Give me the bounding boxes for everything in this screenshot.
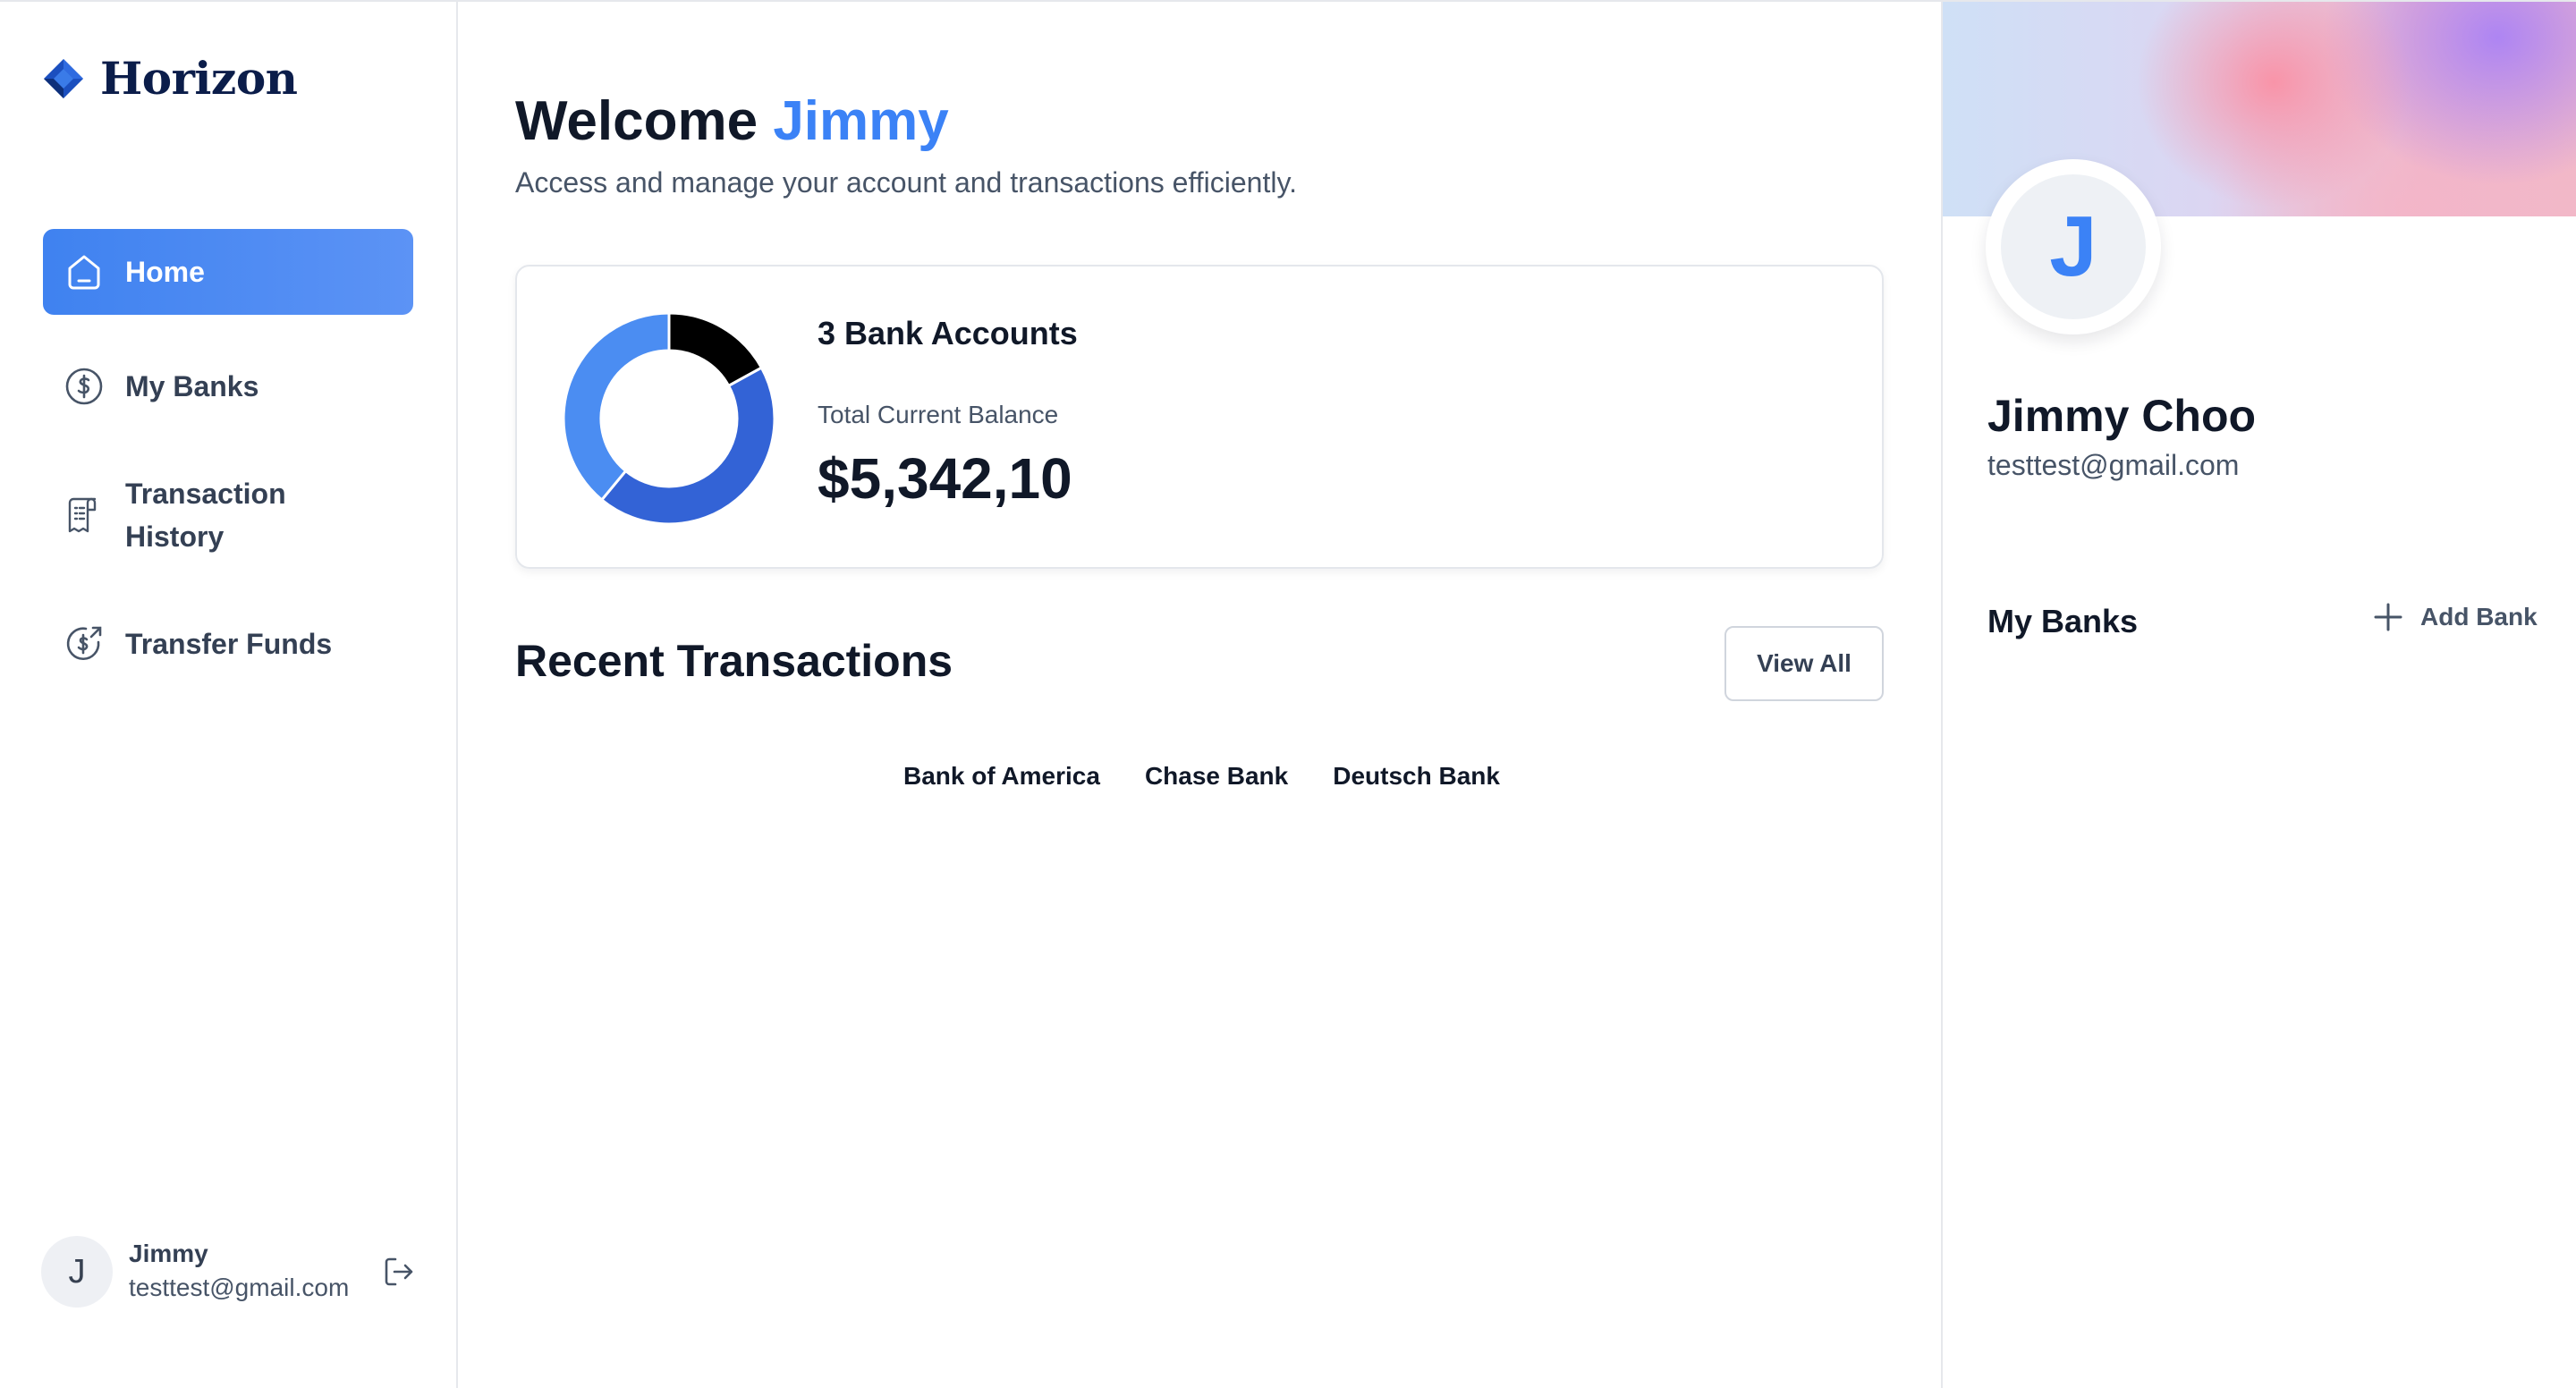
profile-avatar[interactable]: J bbox=[2001, 174, 2146, 319]
logout-icon[interactable] bbox=[381, 1254, 417, 1290]
sidebar-user-name: Jimmy bbox=[129, 1240, 208, 1267]
page-title: Welcome Jimmy bbox=[515, 89, 949, 153]
total-balance-amount: $5,342,10 bbox=[818, 446, 1072, 511]
tab-bank-of-america[interactable]: Bank of America bbox=[903, 762, 1100, 791]
greeting-user-name: Jimmy bbox=[773, 90, 949, 152]
profile-email: testtest@gmail.com bbox=[1987, 449, 2240, 481]
sidebar-item-home[interactable]: Home bbox=[43, 229, 413, 315]
sidebar-item-label: Transaction History bbox=[125, 472, 286, 558]
sidebar-item-label-line1: Transaction bbox=[125, 478, 286, 510]
receipt-icon bbox=[68, 497, 97, 533]
recent-transactions-title: Recent Transactions bbox=[515, 636, 953, 686]
donut-slice-2 bbox=[599, 366, 776, 526]
sidebar-item-label: Transfer Funds bbox=[125, 628, 333, 660]
plus-icon bbox=[2374, 603, 2402, 631]
add-bank-label: Add Bank bbox=[2420, 603, 2538, 631]
brand-logo[interactable]: Horizon bbox=[41, 52, 298, 105]
dollar-circle-icon bbox=[65, 368, 103, 405]
sidebar-nav: Home My Banks Transaction History Transf… bbox=[43, 229, 413, 715]
sidebar-user-footer: J Jimmy testtest@gmail.com bbox=[41, 1236, 417, 1308]
sidebar-item-transaction-history[interactable]: Transaction History bbox=[43, 458, 413, 572]
greeting-text: Welcome bbox=[515, 90, 758, 152]
sidebar-user-info: Jimmy testtest@gmail.com bbox=[129, 1238, 381, 1306]
sidebar-item-my-banks[interactable]: My Banks bbox=[43, 343, 413, 429]
avatar[interactable]: J bbox=[41, 1236, 113, 1308]
sidebar-item-label-line2: History bbox=[125, 520, 225, 553]
view-all-button[interactable]: View All bbox=[1724, 626, 1884, 701]
horizon-logo-icon bbox=[44, 58, 83, 98]
brand-name: Horizon bbox=[100, 52, 298, 105]
bank-accounts-count: 3 Bank Accounts bbox=[818, 315, 1078, 351]
profile-sidebar: J Jimmy Choo testtest@gmail.com My Banks… bbox=[1941, 2, 2576, 1388]
profile-avatar-ring: J bbox=[1986, 159, 2161, 334]
sidebar-item-label: Home bbox=[125, 256, 205, 288]
money-send-icon bbox=[66, 626, 102, 660]
sidebar-item-label: My Banks bbox=[125, 370, 259, 402]
my-banks-title: My Banks bbox=[1987, 603, 2139, 639]
donut-slice-3 bbox=[562, 311, 671, 503]
sidebar-item-transfer-funds[interactable]: Transfer Funds bbox=[43, 601, 413, 687]
balance-donut-chart bbox=[562, 311, 776, 526]
home-icon bbox=[68, 255, 100, 290]
sidebar-user-email: testtest@gmail.com bbox=[129, 1274, 350, 1301]
app-window: Horizon Home My Banks Transaction Histor… bbox=[0, 0, 2576, 1388]
sidebar: Horizon Home My Banks Transaction Histor… bbox=[0, 2, 458, 1388]
profile-name: Jimmy Choo bbox=[1987, 391, 2257, 441]
tab-chase-bank[interactable]: Chase Bank bbox=[1145, 762, 1288, 791]
page-subtitle: Access and manage your account and trans… bbox=[515, 166, 1297, 199]
add-bank-button[interactable]: Add Bank bbox=[2370, 599, 2538, 635]
tab-deutsch-bank[interactable]: Deutsch Bank bbox=[1333, 762, 1500, 791]
total-balance-card: 3 Bank Accounts Total Current Balance $5… bbox=[515, 265, 1884, 569]
total-balance-label: Total Current Balance bbox=[818, 401, 1059, 428]
bank-tabs: Bank of America Chase Bank Deutsch Bank bbox=[903, 762, 1500, 791]
